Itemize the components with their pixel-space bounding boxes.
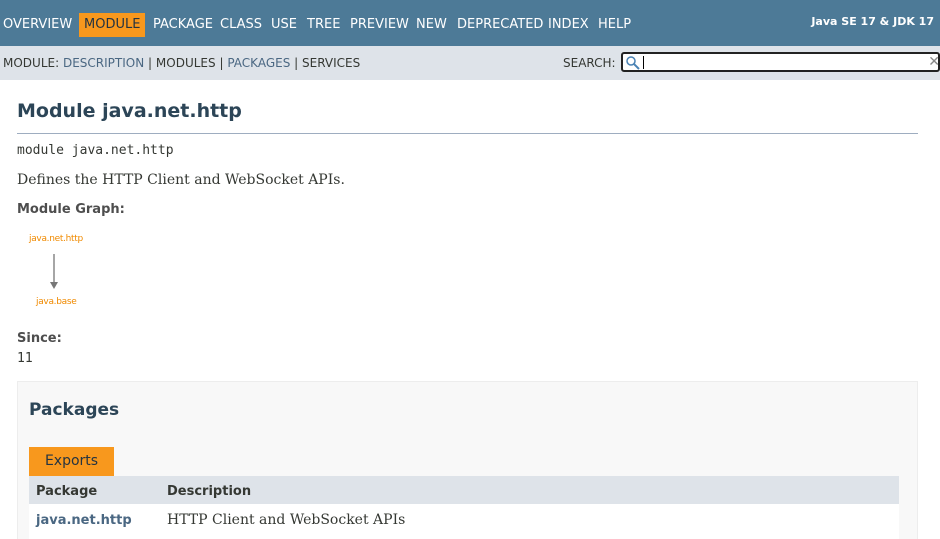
packages-table-header: Package Description bbox=[29, 476, 899, 504]
text-cursor bbox=[643, 56, 644, 69]
subnav-separator: | bbox=[148, 56, 153, 70]
nav-tree-link[interactable]: TREE bbox=[307, 13, 340, 37]
subnav-separator: | bbox=[294, 56, 299, 70]
graph-arrow bbox=[50, 254, 58, 289]
nav-use-link[interactable]: USE bbox=[271, 13, 297, 37]
module-graph: java.net.http java.base bbox=[20, 228, 100, 318]
column-header-description: Description bbox=[167, 484, 252, 499]
top-navigation-bar: OVERVIEW MODULE PACKAGE CLASS USE TREE P… bbox=[0, 0, 940, 46]
package-description: HTTP Client and WebSocket APIs bbox=[167, 512, 406, 528]
search-label: SEARCH: bbox=[563, 56, 616, 70]
module-graph-label: Module Graph: bbox=[17, 202, 125, 217]
table-row: java.net.http HTTP Client and WebSocket … bbox=[29, 504, 899, 539]
subnav-packages-link[interactable]: PACKAGES bbox=[227, 56, 290, 70]
graph-node-java-base: java.base bbox=[36, 297, 77, 307]
module-subnav-links: MODULE: DESCRIPTION | MODULES | PACKAGES… bbox=[3, 56, 360, 70]
subnav-description-link[interactable]: DESCRIPTION bbox=[63, 56, 144, 70]
nav-module-link[interactable]: MODULE bbox=[79, 13, 146, 37]
nav-overview-link[interactable]: OVERVIEW bbox=[3, 13, 72, 37]
nav-deprecated-link[interactable]: DEPRECATED bbox=[457, 13, 543, 37]
about-language: Java SE 17 & JDK 17 bbox=[811, 15, 934, 28]
nav-package-link[interactable]: PACKAGE bbox=[153, 13, 213, 37]
subnav-prefix: MODULE: bbox=[3, 56, 60, 70]
package-link[interactable]: java.net.http bbox=[36, 513, 132, 528]
clear-search-icon[interactable]: ✕ bbox=[928, 54, 940, 70]
nav-index-link[interactable]: INDEX bbox=[548, 13, 589, 37]
packages-heading: Packages bbox=[29, 400, 120, 420]
exports-tab[interactable]: Exports bbox=[29, 447, 114, 476]
column-header-package: Package bbox=[36, 484, 98, 499]
subnav-modules-item: MODULES bbox=[155, 56, 216, 70]
search-icon bbox=[626, 56, 640, 70]
search-input[interactable]: ✕ bbox=[621, 52, 940, 72]
subnav-separator: | bbox=[219, 56, 224, 70]
subnav-services-item: SERVICES bbox=[302, 56, 361, 70]
since-label: Since: bbox=[17, 331, 62, 346]
module-signature: module java.net.http bbox=[17, 143, 174, 158]
sub-navigation-bar: MODULE: DESCRIPTION | MODULES | PACKAGES… bbox=[0, 46, 940, 80]
since-value: 11 bbox=[17, 351, 33, 366]
title-divider bbox=[17, 133, 918, 134]
nav-new-link[interactable]: NEW bbox=[416, 13, 447, 37]
module-description: Defines the HTTP Client and WebSocket AP… bbox=[17, 172, 345, 188]
packages-section: Packages Exports Package Description jav… bbox=[17, 381, 918, 539]
graph-node-java-net-http: java.net.http bbox=[29, 234, 83, 244]
nav-class-link[interactable]: CLASS bbox=[220, 13, 262, 37]
nav-preview-link[interactable]: PREVIEW bbox=[350, 13, 409, 37]
nav-help-link[interactable]: HELP bbox=[598, 13, 631, 37]
page-title: Module java.net.http bbox=[17, 100, 242, 122]
